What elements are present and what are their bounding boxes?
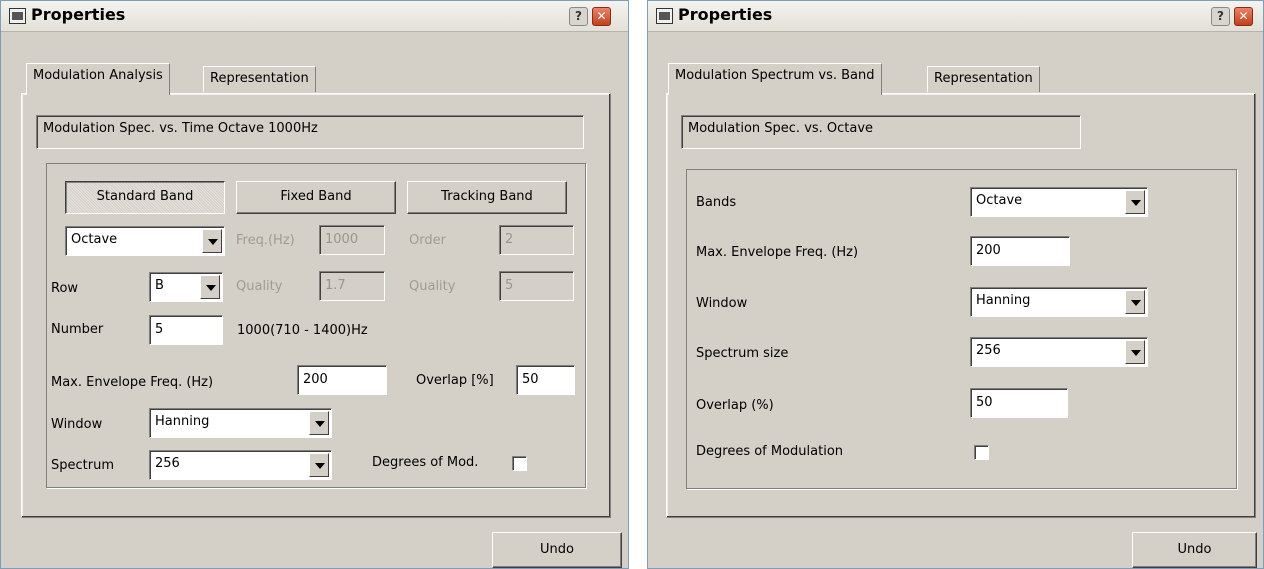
order-field[interactable]: 2 — [499, 225, 574, 255]
max-envelope-label: Max. Envelope Freq. (Hz) — [696, 245, 859, 260]
chevron-down-icon[interactable] — [202, 229, 222, 253]
properties-window-right: Properties ? ✕ Modulation Spectrum vs. B… — [647, 0, 1264, 569]
spectrum-select-value: 256 — [155, 456, 180, 471]
degrees-of-mod-checkbox[interactable] — [512, 456, 527, 471]
max-envelope-field[interactable]: 200 — [970, 236, 1070, 266]
spectrum-size-select[interactable]: 256 — [970, 337, 1148, 367]
quality-label: Quality — [236, 279, 283, 294]
window-pin-icon — [656, 8, 673, 24]
quality2-field[interactable]: 5 — [499, 271, 574, 301]
chevron-down-icon[interactable] — [309, 411, 329, 435]
spectrum-label: Spectrum — [51, 458, 114, 473]
settings-group — [686, 169, 1237, 489]
bands-select[interactable]: Octave — [970, 187, 1148, 217]
close-button[interactable]: ✕ — [592, 7, 611, 26]
quality2-label: Quality — [409, 279, 456, 294]
close-button[interactable]: ✕ — [1234, 7, 1253, 26]
number-field[interactable]: 5 — [149, 315, 223, 345]
fixed-band-button[interactable]: Fixed Band — [236, 181, 396, 214]
freq-field[interactable]: 1000 — [319, 225, 385, 255]
window-select[interactable]: Hanning — [970, 287, 1148, 317]
tab-modulation-spectrum-vs-band[interactable]: Modulation Spectrum vs. Band — [668, 63, 882, 95]
description-box: Modulation Spec. vs. Octave — [681, 115, 1081, 149]
spectrum-size-select-value: 256 — [976, 343, 1001, 358]
overlap-label: Overlap [%] — [416, 373, 494, 388]
max-envelope-field[interactable]: 200 — [297, 365, 387, 395]
bands-select-value: Octave — [71, 232, 118, 247]
spectrum-select[interactable]: 256 — [149, 450, 332, 480]
freq-label: Freq.(Hz) — [236, 233, 295, 248]
overlap-field[interactable]: 50 — [970, 388, 1068, 418]
spectrum-size-label: Spectrum size — [696, 346, 789, 361]
standard-band-button[interactable]: Standard Band — [65, 181, 225, 214]
number-range: 1000(710 - 1400)Hz — [237, 323, 368, 338]
window-title: Properties — [31, 5, 126, 24]
window-label: Window — [696, 296, 748, 311]
number-label: Number — [51, 322, 104, 337]
chevron-down-icon[interactable] — [309, 453, 329, 477]
help-button[interactable]: ? — [1211, 7, 1230, 26]
bands-label: Bands — [696, 195, 737, 210]
bands-select[interactable]: Octave — [65, 226, 225, 256]
window-label: Window — [51, 417, 103, 432]
description-box: Modulation Spec. vs. Time Octave 1000Hz — [36, 115, 584, 149]
degrees-of-modulation-checkbox[interactable] — [974, 445, 989, 460]
window-select-value: Hanning — [155, 414, 210, 429]
order-label: Order — [409, 233, 446, 248]
degrees-of-mod-label: Degrees of Mod. — [372, 455, 479, 470]
row-label: Row — [51, 281, 79, 296]
chevron-down-icon[interactable] — [1125, 290, 1145, 314]
title-bar[interactable]: Properties ? ✕ — [1, 1, 628, 32]
tab-representation[interactable]: Representation — [927, 66, 1040, 92]
help-button[interactable]: ? — [569, 7, 588, 26]
tracking-band-button[interactable]: Tracking Band — [407, 181, 567, 214]
overlap-field[interactable]: 50 — [516, 365, 575, 395]
quality-field[interactable]: 1.7 — [319, 271, 385, 301]
window-title: Properties — [678, 5, 773, 24]
tab-modulation-analysis[interactable]: Modulation Analysis — [26, 63, 170, 95]
chevron-down-icon[interactable] — [200, 275, 220, 299]
chevron-down-icon[interactable] — [1125, 340, 1145, 364]
properties-window-left: Properties ? ✕ Modulation Analysis Repre… — [0, 0, 629, 569]
undo-button[interactable]: Undo — [492, 532, 622, 568]
max-envelope-label: Max. Envelope Freq. (Hz) — [51, 375, 214, 390]
undo-button[interactable]: Undo — [1132, 532, 1257, 568]
overlap-label: Overlap (%) — [696, 398, 774, 413]
window-select-value: Hanning — [976, 293, 1031, 308]
bands-select-value: Octave — [976, 193, 1023, 208]
window-select[interactable]: Hanning — [149, 408, 332, 438]
title-bar[interactable]: Properties ? ✕ — [648, 1, 1263, 32]
tab-representation[interactable]: Representation — [203, 66, 316, 92]
degrees-of-modulation-label: Degrees of Modulation — [696, 444, 844, 459]
row-select[interactable]: B — [149, 272, 223, 302]
window-pin-icon — [9, 8, 26, 24]
chevron-down-icon[interactable] — [1125, 190, 1145, 214]
row-select-value: B — [155, 278, 164, 293]
